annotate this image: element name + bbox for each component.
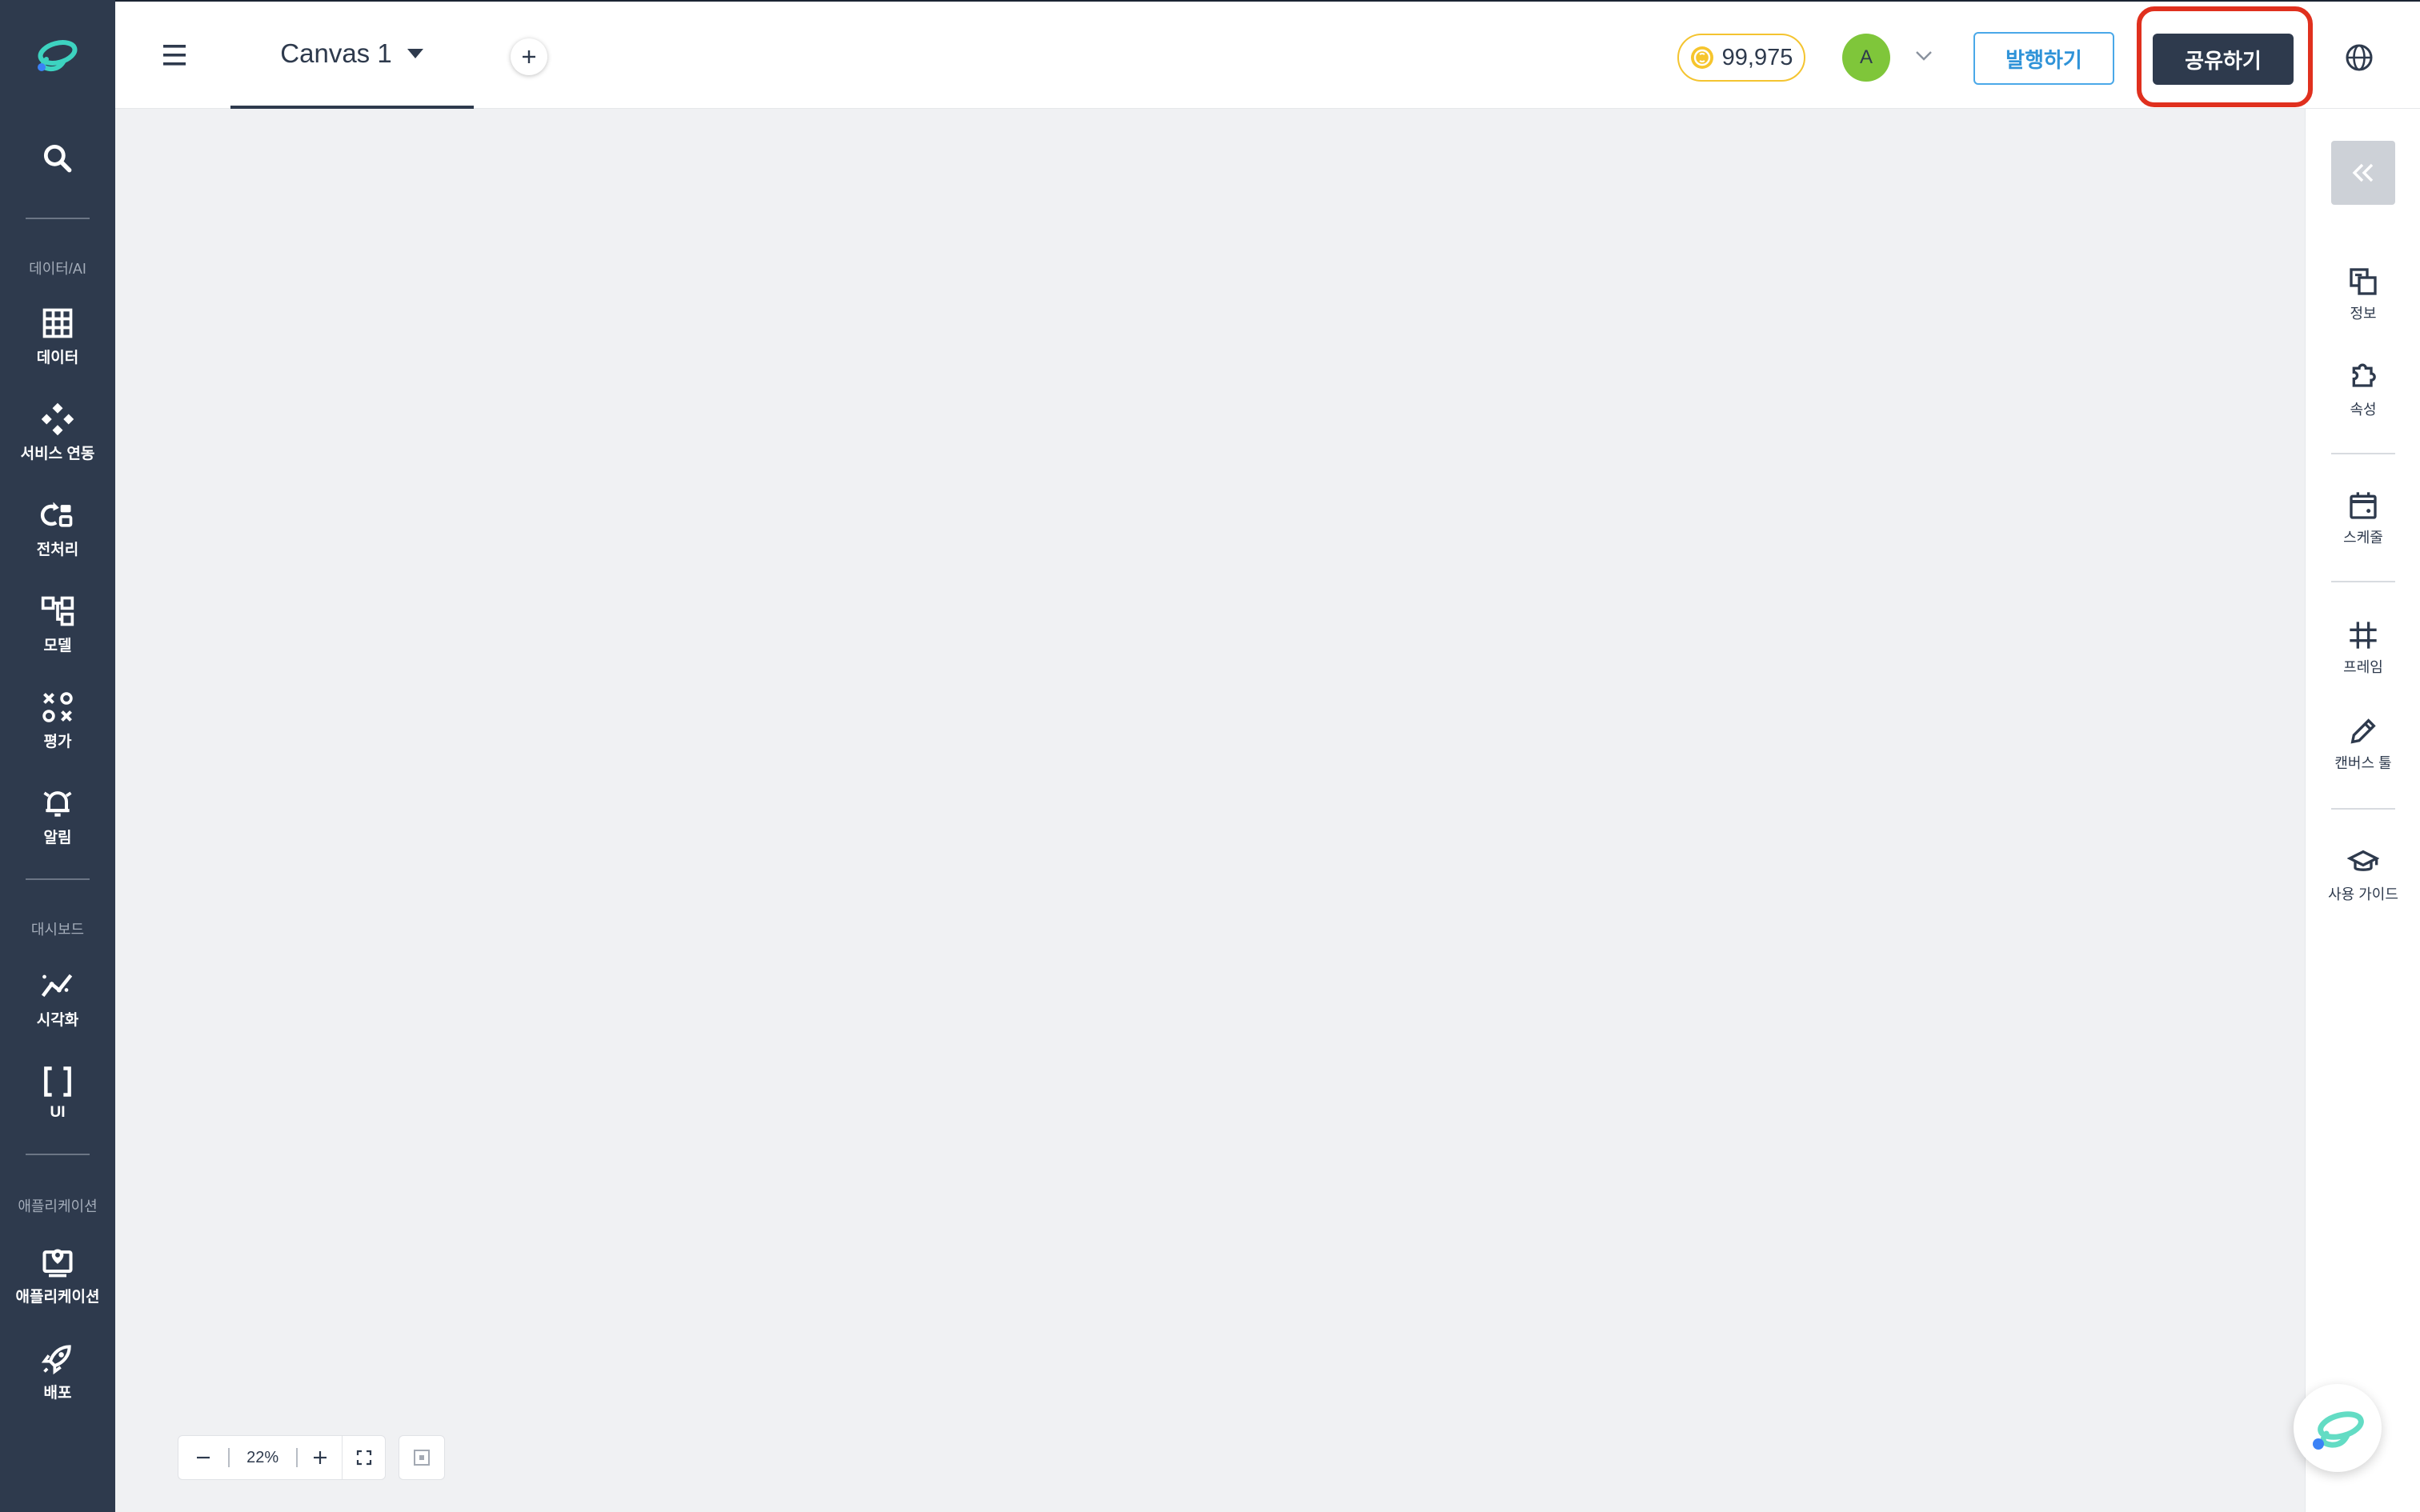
sidebar-item-ui[interactable]: UI: [0, 1064, 115, 1122]
sidebar-item-label: 시각화: [36, 1012, 79, 1029]
publish-button[interactable]: 발행하기: [1973, 32, 2114, 85]
double-chevron-left-icon: [2352, 163, 2374, 182]
sidebar-item-visualization[interactable]: 시각화: [0, 968, 115, 1030]
globe-icon[interactable]: [2343, 42, 2375, 74]
sidebar-item-label: 모델: [43, 638, 72, 654]
puzzle-icon: [2352, 363, 2376, 387]
minimap-icon: [414, 1450, 430, 1466]
sidebar-item-label: 전처리: [36, 542, 79, 558]
sidebar-item-preprocessing[interactable]: 전처리: [0, 498, 115, 559]
sidebar-item-label: 평가: [43, 734, 72, 750]
panel-item-canvas-tool[interactable]: 캔버스 툴: [2306, 715, 2420, 773]
tab-canvas-1[interactable]: Canvas 1: [230, 2, 474, 109]
assistant-chat-button[interactable]: [2294, 1384, 2382, 1472]
sidebar-item-label: 서비스 연동: [20, 446, 95, 462]
avatar-initial: A: [1859, 46, 1873, 68]
search-icon: [43, 144, 72, 173]
section-label-application: 애플리케이션: [18, 1198, 98, 1214]
sidebar-item-alert[interactable]: 알림: [0, 786, 115, 847]
panel-item-label: 정보: [2350, 306, 2377, 322]
panel-divider: [2331, 581, 2395, 582]
app-logo-icon[interactable]: [29, 32, 83, 77]
caret-down-icon: [407, 49, 423, 58]
plus-icon: [523, 50, 535, 63]
panel-item-user-guide[interactable]: 사용 가이드: [2306, 846, 2420, 904]
sidebar-divider: [26, 218, 90, 219]
sidebar-divider: [26, 878, 90, 880]
assistant-logo-icon: [2313, 1411, 2364, 1450]
rocket-icon: [41, 1345, 71, 1375]
panel-divider: [2331, 453, 2395, 454]
sidebar-item-service-integration[interactable]: 서비스 연동: [0, 402, 115, 463]
minus-icon: [196, 1456, 210, 1459]
search-button[interactable]: [0, 141, 115, 176]
minimap-toggle-button[interactable]: [399, 1435, 445, 1480]
panel-divider: [2331, 808, 2395, 810]
preprocessing-icon: [40, 502, 73, 527]
brackets-icon: [44, 1066, 71, 1097]
sidebar-divider: [26, 1154, 90, 1155]
pencil-icon: [2350, 718, 2376, 744]
fullscreen-icon: [356, 1450, 371, 1466]
zoom-controls: 22%: [178, 1435, 386, 1480]
sidebar-item-deploy[interactable]: 배포: [0, 1341, 115, 1402]
sidebar-item-label: 알림: [43, 830, 72, 846]
right-panel: 정보 속성 스케줄 프레임 캔버스 툴 사용 가이드: [2305, 109, 2420, 1512]
collapse-panel-button[interactable]: [2331, 141, 2395, 205]
evaluation-icon: [42, 692, 73, 722]
sidebar-item-label: 배포: [43, 1385, 72, 1402]
hash-frame-icon: [2350, 622, 2377, 649]
coin-icon: [1690, 46, 1713, 69]
application-icon: [42, 1249, 73, 1278]
graduation-cap-icon: [2347, 850, 2379, 871]
sidebar-item-evaluation[interactable]: 평가: [0, 690, 115, 751]
hamburger-menu-icon[interactable]: [160, 40, 195, 72]
section-label-data-ai: 데이터/AI: [29, 261, 86, 277]
fit-screen-button[interactable]: [342, 1435, 385, 1480]
info-card-icon: [2350, 268, 2377, 295]
zoom-in-button[interactable]: [298, 1435, 343, 1480]
model-icon: [41, 596, 74, 626]
sidebar-item-label: 애플리케이션: [15, 1289, 100, 1306]
sidebar-item-model[interactable]: 모델: [0, 594, 115, 655]
zoom-out-button[interactable]: [178, 1435, 228, 1480]
left-sidebar: 데이터/AI 데이터 서비스 연동 전처리 모델 평가 알림 대시보드 시각화 …: [0, 0, 115, 1512]
trend-chart-icon: [41, 974, 73, 998]
avatar[interactable]: A: [1842, 34, 1890, 82]
credit-badge[interactable]: 99,975: [1677, 34, 1805, 82]
credit-value: 99,975: [1721, 44, 1793, 70]
chevron-down-icon[interactable]: [1914, 50, 1933, 62]
bell-icon: [43, 791, 72, 817]
add-tab-button[interactable]: [511, 38, 547, 75]
panel-item-label: 사용 가이드: [2328, 886, 2398, 902]
panel-item-frame[interactable]: 프레임: [2306, 619, 2420, 677]
top-bar: Canvas 1 99,975 A 발행하기 공유하기: [115, 0, 2420, 109]
panel-item-label: 스케줄: [2343, 530, 2383, 546]
panel-item-label: 프레임: [2343, 659, 2383, 675]
section-label-dashboard: 대시보드: [30, 922, 85, 938]
plus-icon: [313, 1451, 327, 1464]
panel-item-label: 캔버스 툴: [2334, 755, 2392, 771]
grid-table-icon: [42, 308, 73, 338]
panel-item-info[interactable]: 정보: [2306, 266, 2420, 323]
panel-item-schedule[interactable]: 스케줄: [2306, 490, 2420, 547]
sidebar-item-label: 데이터: [36, 350, 79, 366]
calendar-icon: [2350, 492, 2377, 519]
integration-icon: [41, 402, 74, 436]
sidebar-item-label: UI: [50, 1104, 66, 1121]
tab-label: Canvas 1: [280, 38, 392, 68]
panel-item-properties[interactable]: 속성: [2306, 362, 2420, 419]
share-button[interactable]: 공유하기: [2153, 34, 2294, 85]
panel-item-label: 속성: [2350, 402, 2377, 418]
sidebar-item-data[interactable]: 데이터: [0, 306, 115, 367]
sidebar-item-application[interactable]: 애플리케이션: [0, 1245, 115, 1306]
zoom-level: 22%: [246, 1448, 279, 1466]
